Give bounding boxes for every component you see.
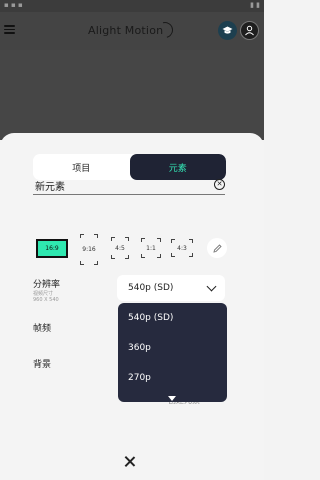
- clear-icon[interactable]: ✕: [214, 179, 225, 190]
- resolution-option[interactable]: 360p: [128, 343, 151, 353]
- resolution-label: 分辨率: [33, 280, 61, 290]
- aspect-ratio-row: 16:9 9:16 4:5 1:1 4:3: [36, 234, 227, 265]
- aspect-4-5[interactable]: 4:5: [111, 237, 129, 259]
- background-label: 背景: [33, 360, 52, 370]
- aspect-label: 16:9: [45, 245, 59, 252]
- video-size-label: 视频尺寸: [33, 291, 54, 297]
- aspect-1-1[interactable]: 1:1: [141, 238, 161, 258]
- status-time: ▪ ▪ ▪: [4, 1, 23, 9]
- aspect-label: 1:1: [146, 244, 156, 252]
- profile-icon[interactable]: [240, 21, 259, 40]
- video-dimensions: 960 X 540: [33, 297, 59, 303]
- status-bar: ▪ ▪ ▪ ▮ ▮: [0, 0, 264, 12]
- chevron-down-icon: [206, 281, 217, 292]
- resolution-select[interactable]: 540p (SD): [117, 275, 225, 301]
- close-icon[interactable]: [124, 456, 136, 468]
- logo-swoosh: [154, 19, 176, 41]
- menu-icon[interactable]: [4, 25, 15, 34]
- pencil-icon[interactable]: [207, 238, 227, 258]
- new-element-sheet: 项目 元素 ✕ 16:9 9:16 4:5 1:1 4:3 分辨率 视频尺寸 9…: [0, 133, 264, 480]
- aspect-4-3[interactable]: 4:3: [171, 239, 193, 257]
- status-icons: ▮ ▮: [250, 1, 260, 9]
- resolution-option[interactable]: 270p: [128, 373, 151, 383]
- element-name-input[interactable]: [35, 177, 205, 193]
- frame-rate-label: 帧频: [33, 324, 52, 334]
- app-logo: Alight Motion: [88, 24, 164, 37]
- aspect-9-16[interactable]: 9:16: [80, 234, 98, 265]
- resolution-dropdown: 540p (SD) 360p 270p: [118, 303, 227, 402]
- aspect-label: 9:16: [82, 246, 96, 253]
- app-bar: Alight Motion: [0, 12, 264, 50]
- aspect-label: 4:5: [115, 244, 125, 252]
- resolution-option[interactable]: 540p (SD): [128, 313, 173, 323]
- aspect-16-9[interactable]: 16:9: [36, 239, 68, 258]
- dimmed-backdrop[interactable]: [0, 50, 264, 140]
- aspect-label: 4:3: [177, 244, 187, 252]
- scroll-down-icon[interactable]: [168, 396, 176, 401]
- graduation-cap-icon[interactable]: [218, 21, 237, 40]
- element-name-field: ✕: [33, 177, 225, 195]
- resolution-value: 540p (SD): [128, 283, 174, 293]
